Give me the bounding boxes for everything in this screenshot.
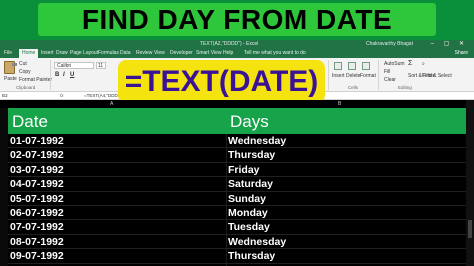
- tab-developer[interactable]: Developer: [170, 50, 193, 56]
- date-cell[interactable]: 05-07-1992: [10, 192, 64, 206]
- clear-button[interactable]: Clear: [384, 77, 396, 83]
- find-select-icon[interactable]: ⌕: [422, 61, 425, 67]
- ribbon-tab-row: File Home Insert Draw Page Layout Formul…: [0, 49, 474, 58]
- day-cell[interactable]: Tuesday: [228, 220, 270, 234]
- day-cell[interactable]: Friday: [228, 163, 260, 177]
- row-number-column: [0, 108, 8, 266]
- date-column-header[interactable]: Date: [12, 108, 48, 134]
- date-cell[interactable]: 07-07-1992: [10, 220, 64, 234]
- tab-draw[interactable]: Draw: [56, 50, 68, 56]
- tab-insert[interactable]: Insert: [41, 50, 54, 56]
- tab-smart-view[interactable]: Smart View: [196, 50, 221, 56]
- scrollbar-thumb[interactable]: [468, 220, 472, 238]
- table-header-row[interactable]: Date Days: [8, 108, 466, 134]
- day-cell[interactable]: Thursday: [228, 249, 275, 263]
- delete-button[interactable]: Delete: [346, 73, 360, 79]
- day-cell[interactable]: Monday: [228, 206, 268, 220]
- days-column-header[interactable]: Days: [230, 108, 269, 134]
- date-cell[interactable]: 06-07-1992: [10, 206, 64, 220]
- autosum-icon[interactable]: Σ: [408, 60, 412, 67]
- insert-button[interactable]: Insert: [332, 73, 345, 79]
- headline-title: FIND DAY FROM DATE: [81, 4, 393, 35]
- window-controls[interactable]: – ▢ ✕: [431, 40, 468, 47]
- vertical-scrollbar[interactable]: [466, 100, 474, 266]
- table-row[interactable]: 01-07-1992 Wednesday: [8, 134, 466, 149]
- cut-button[interactable]: Cut: [19, 61, 27, 67]
- name-box[interactable]: B3: [2, 93, 30, 99]
- cells-group-label: Cells: [348, 85, 359, 90]
- excel-title-bar: TEXT(A2,"DDDD") - Excel Chakravarthy Bha…: [0, 40, 474, 49]
- headline-box: FIND DAY FROM DATE: [38, 3, 436, 36]
- formula-overlay: =TEXT(DATE): [118, 60, 325, 103]
- date-cell[interactable]: 08-07-1992: [10, 235, 64, 249]
- font-name-select[interactable]: Calibri: [54, 62, 94, 69]
- tab-formulas[interactable]: Formulas: [98, 50, 119, 56]
- table-row[interactable]: 09-07-1992 Thursday: [8, 249, 466, 264]
- tab-data[interactable]: Data: [120, 50, 131, 56]
- format-painter-button[interactable]: Format Painter: [19, 77, 52, 83]
- table-row[interactable]: 04-07-1992 Saturday: [8, 177, 466, 192]
- table-row[interactable]: 05-07-1992 Sunday: [8, 192, 466, 206]
- worksheet: Date Days 01-07-1992 Wednesday 02-07-199…: [0, 108, 474, 266]
- day-cell[interactable]: Saturday: [228, 177, 273, 191]
- date-cell[interactable]: 04-07-1992: [10, 177, 64, 191]
- table-row[interactable]: 08-07-1992 Wednesday: [8, 235, 466, 250]
- find-select-button[interactable]: Find & Select: [422, 73, 452, 79]
- headline-banner: FIND DAY FROM DATE: [0, 0, 474, 40]
- copy-button[interactable]: Copy: [19, 69, 31, 75]
- table-row[interactable]: 03-07-1992 Friday: [8, 163, 466, 178]
- format-cells-icon[interactable]: [362, 62, 370, 70]
- table-row[interactable]: 02-07-1992 Thursday: [8, 148, 466, 163]
- bold-button[interactable]: B: [55, 72, 59, 78]
- column-header-b[interactable]: B: [338, 100, 341, 108]
- column-header-strip: A B: [0, 100, 474, 108]
- formula-overlay-text: =TEXT(DATE): [124, 65, 319, 98]
- user-name[interactable]: Chakravarthy Bhagat: [366, 41, 413, 47]
- fill-button[interactable]: Fill: [384, 69, 390, 75]
- underline-button[interactable]: U: [70, 72, 74, 78]
- column-header-a[interactable]: A: [110, 100, 113, 108]
- tell-me-search[interactable]: Tell me what you want to do: [244, 50, 306, 56]
- paste-button[interactable]: Paste: [4, 76, 17, 82]
- date-cell[interactable]: 09-07-1992: [10, 249, 64, 263]
- table-body: 01-07-1992 Wednesday 02-07-1992 Thursday…: [8, 134, 466, 264]
- share-button[interactable]: Share: [455, 50, 468, 56]
- date-cell[interactable]: 03-07-1992: [10, 163, 64, 177]
- tab-page-layout[interactable]: Page Layout: [70, 50, 98, 56]
- editing-group-label: Editing: [398, 85, 412, 90]
- date-cell[interactable]: 02-07-1992: [10, 148, 64, 162]
- italic-button[interactable]: I: [63, 72, 65, 78]
- fx-icon[interactable]: fx: [60, 93, 64, 98]
- date-cell[interactable]: 01-07-1992: [10, 134, 64, 148]
- tab-help[interactable]: Help: [223, 50, 233, 56]
- table-row[interactable]: 07-07-1992 Tuesday: [8, 220, 466, 235]
- format-button[interactable]: Format: [360, 73, 376, 79]
- document-title: TEXT(A2,"DDDD") - Excel: [200, 41, 259, 47]
- clipboard-group-label: Clipboard: [16, 85, 36, 90]
- day-cell[interactable]: Wednesday: [228, 235, 286, 249]
- tab-file[interactable]: File: [4, 50, 12, 56]
- day-cell[interactable]: Thursday: [228, 148, 275, 162]
- tab-home[interactable]: Home: [19, 49, 39, 58]
- tab-review[interactable]: Review: [136, 50, 152, 56]
- insert-cells-icon[interactable]: [334, 62, 342, 70]
- day-cell[interactable]: Sunday: [228, 192, 266, 206]
- autosum-button[interactable]: AutoSum: [384, 61, 405, 67]
- day-cell[interactable]: Wednesday: [228, 134, 286, 148]
- clipboard-icon[interactable]: [4, 61, 17, 74]
- tab-view[interactable]: View: [154, 50, 165, 56]
- table-row[interactable]: 06-07-1992 Monday: [8, 206, 466, 221]
- font-size-select[interactable]: 11: [96, 62, 106, 69]
- delete-cells-icon[interactable]: [348, 62, 356, 70]
